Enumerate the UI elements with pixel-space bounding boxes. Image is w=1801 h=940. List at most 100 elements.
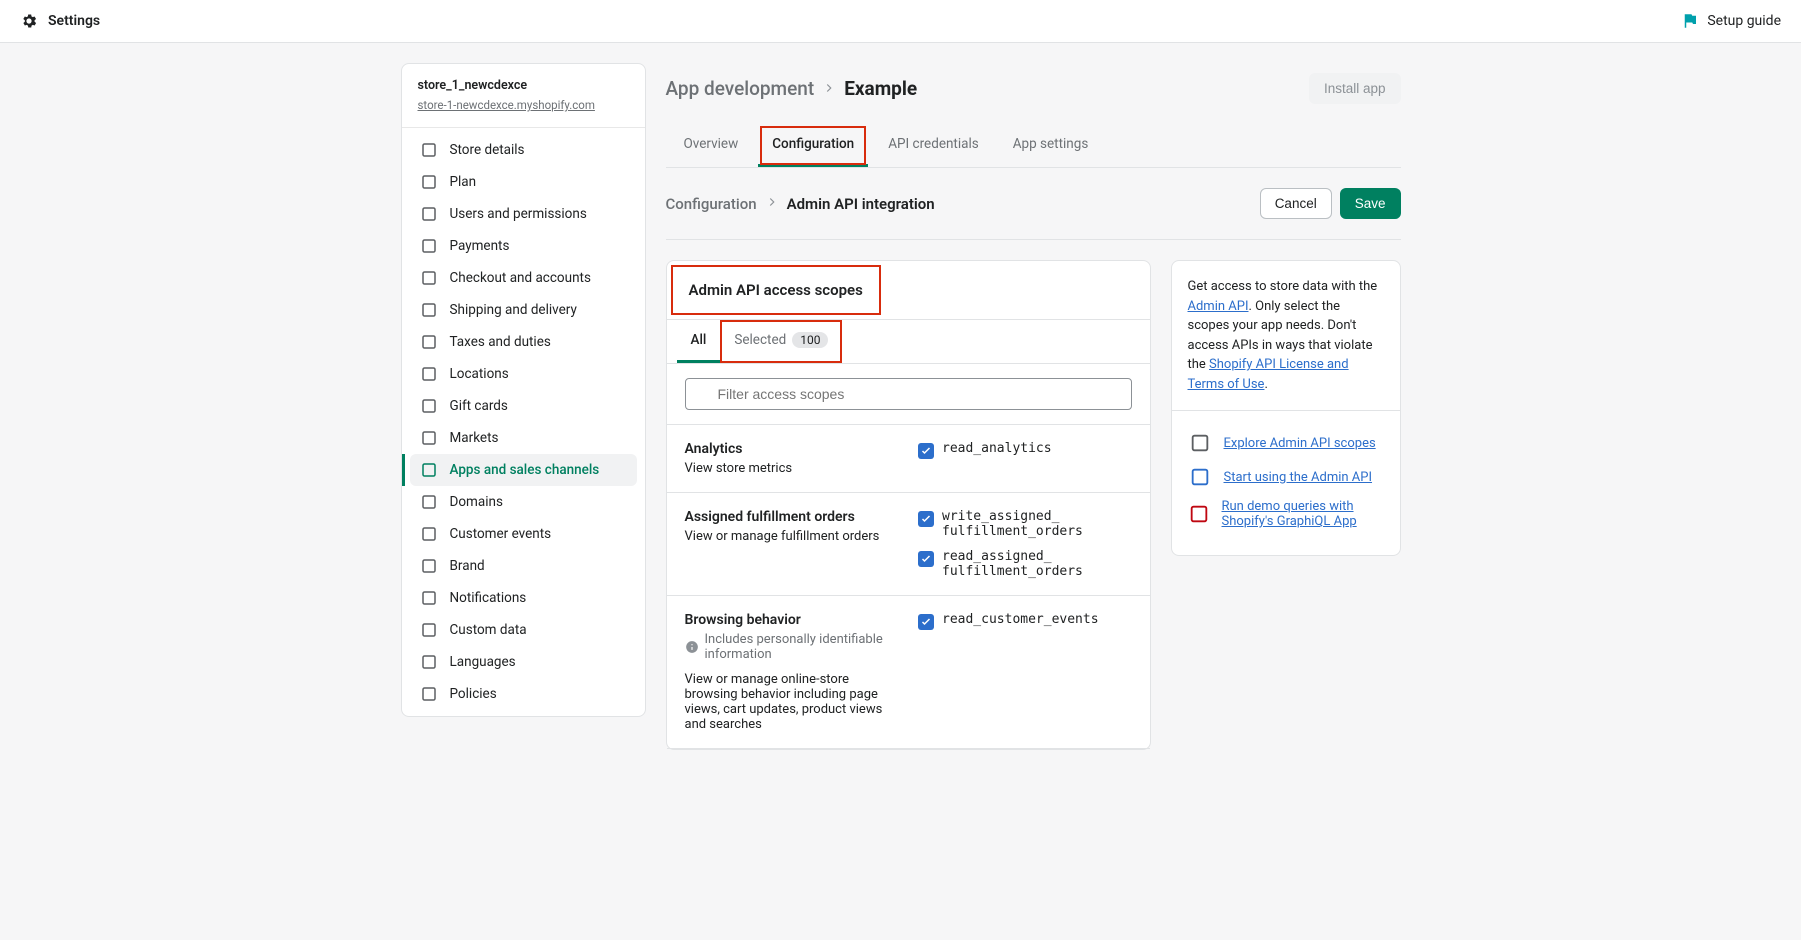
sidebar-item-brand[interactable]: Brand	[410, 550, 637, 582]
gear-icon	[20, 12, 38, 30]
scope-title: Analytics	[685, 441, 899, 457]
setup-guide-label: Setup guide	[1707, 13, 1781, 29]
sidebar-item-label: Apps and sales channels	[450, 462, 600, 478]
help-text: Get access to store data with the Admin …	[1172, 261, 1400, 410]
scope-code: read_analytics	[942, 441, 1052, 456]
sidebar-item-notifications[interactable]: Notifications	[410, 582, 637, 614]
help-link-row: Explore Admin API scopes	[1188, 431, 1384, 455]
sidebar-item-label: Shipping and delivery	[450, 302, 577, 318]
sidebar-item-gift-cards[interactable]: Gift cards	[410, 390, 637, 422]
sidebar-item-locations[interactable]: Locations	[410, 358, 637, 390]
help-link[interactable]: Start using the Admin API	[1224, 470, 1373, 485]
sidebar-item-icon	[420, 173, 438, 191]
install-app-button[interactable]: Install app	[1309, 73, 1401, 104]
sidebar-item-plan[interactable]: Plan	[410, 166, 637, 198]
sidebar-item-label: Users and permissions	[450, 206, 587, 222]
sidebar-item-checkout-and-accounts[interactable]: Checkout and accounts	[410, 262, 637, 294]
crumb-app-dev[interactable]: App development	[666, 77, 815, 100]
sidebar-item-icon	[420, 589, 438, 607]
scope-title: Assigned fulfillment orders	[685, 509, 899, 525]
scope-group: Browsing behaviorIncludes personally ide…	[667, 596, 1150, 749]
sidebar-item-payments[interactable]: Payments	[410, 230, 637, 262]
selected-count-badge: 100	[792, 332, 828, 348]
sidebar-item-customer-events[interactable]: Customer events	[410, 518, 637, 550]
sidebar-item-languages[interactable]: Languages	[410, 646, 637, 678]
sidebar-item-icon	[420, 493, 438, 511]
sidebar-item-icon	[420, 333, 438, 351]
subheader-crumb2: Admin API integration	[787, 195, 935, 213]
sidebar-item-icon	[420, 397, 438, 415]
checkbox-icon[interactable]	[918, 443, 934, 459]
scope-checkbox-row[interactable]: read_assigned_ fulfillment_orders	[918, 549, 1132, 579]
sidebar-item-label: Markets	[450, 430, 499, 446]
scope-desc: View or manage fulfillment orders	[685, 529, 899, 544]
sidebar-item-icon	[420, 557, 438, 575]
help-link-row: Run demo queries with Shopify's GraphiQL…	[1188, 499, 1384, 529]
cancel-button[interactable]: Cancel	[1260, 188, 1332, 219]
scope-list[interactable]: AnalyticsView store metricsread_analytic…	[667, 424, 1150, 749]
scopes-card-title: Admin API access scopes	[671, 265, 881, 315]
sidebar-item-domains[interactable]: Domains	[410, 486, 637, 518]
crumb-app-name: Example	[844, 77, 917, 100]
scope-checkbox-row[interactable]: read_customer_events	[918, 612, 1132, 630]
scope-checkbox-row[interactable]: write_assigned_ fulfillment_orders	[918, 509, 1132, 539]
tab-overview[interactable]: Overview	[670, 124, 753, 167]
chevron-icon	[822, 77, 836, 100]
checkbox-icon[interactable]	[918, 551, 934, 567]
tab-selected[interactable]: Selected 100	[720, 320, 842, 363]
sidebar-item-label: Store details	[450, 142, 525, 158]
sidebar-item-markets[interactable]: Markets	[410, 422, 637, 454]
scope-filter-tabs: All Selected 100	[667, 320, 1150, 364]
checkbox-icon[interactable]	[918, 511, 934, 527]
help-card: Get access to store data with the Admin …	[1171, 260, 1401, 556]
page-breadcrumb: App development Example	[666, 77, 918, 100]
scope-search-input[interactable]	[685, 378, 1132, 410]
scope-title: Browsing behavior	[685, 612, 899, 628]
store-name: store_1_newcdexce	[418, 78, 629, 93]
sidebar-item-shipping-and-delivery[interactable]: Shipping and delivery	[410, 294, 637, 326]
main-panel: App development Example Install app Over…	[666, 63, 1401, 750]
sidebar-item-icon	[420, 141, 438, 159]
admin-api-link[interactable]: Admin API	[1188, 299, 1249, 314]
tab-all[interactable]: All	[677, 320, 721, 363]
store-url-link[interactable]: store-1-newcdexce.myshopify.com	[418, 98, 595, 112]
sidebar-item-store-details[interactable]: Store details	[410, 134, 637, 166]
license-link[interactable]: Shopify API License and Terms of Use	[1188, 357, 1349, 392]
help-link-icon	[1188, 465, 1212, 489]
scope-group: Assigned fulfillment orders View or manag…	[667, 493, 1150, 596]
sidebar-item-label: Customer events	[450, 526, 552, 542]
help-link-row: Start using the Admin API	[1188, 465, 1384, 489]
sidebar-item-icon	[420, 429, 438, 447]
scope-checkbox-row[interactable]: read_analytics	[918, 441, 1132, 459]
setup-guide-link[interactable]: Setup guide	[1681, 12, 1781, 30]
tab-configuration[interactable]: Configuration	[758, 124, 868, 167]
help-link[interactable]: Explore Admin API scopes	[1224, 436, 1376, 451]
save-button[interactable]: Save	[1340, 188, 1401, 219]
tabs: OverviewConfigurationAPI credentialsApp …	[666, 124, 1401, 168]
sidebar-item-label: Checkout and accounts	[450, 270, 591, 286]
sidebar-item-icon	[420, 301, 438, 319]
sidebar-item-label: Languages	[450, 654, 516, 670]
sidebar-item-label: Brand	[450, 558, 485, 574]
help-link[interactable]: Run demo queries with Shopify's GraphiQL…	[1222, 499, 1384, 529]
sidebar-item-icon	[420, 621, 438, 639]
sidebar-item-icon	[420, 525, 438, 543]
settings-sidebar: store_1_newcdexce store-1-newcdexce.mysh…	[401, 63, 646, 717]
sidebar-item-policies[interactable]: Policies	[410, 678, 637, 710]
scope-code: write_assigned_ fulfillment_orders	[942, 509, 1132, 539]
sidebar-item-users-and-permissions[interactable]: Users and permissions	[410, 198, 637, 230]
sidebar-item-taxes-and-duties[interactable]: Taxes and duties	[410, 326, 637, 358]
sidebar-item-custom-data[interactable]: Custom data	[410, 614, 637, 646]
topbar-title-wrap: Settings	[20, 12, 100, 30]
sidebar-item-apps-and-sales-channels[interactable]: Apps and sales channels	[410, 454, 637, 486]
info-icon	[685, 638, 699, 656]
tab-api-credentials[interactable]: API credentials	[874, 124, 993, 167]
page-header: App development Example Install app	[666, 63, 1401, 124]
subheader-crumb1[interactable]: Configuration	[666, 195, 757, 213]
sidebar-item-icon	[420, 653, 438, 671]
tab-app-settings[interactable]: App settings	[999, 124, 1103, 167]
scope-desc: View or manage online-store browsing beh…	[685, 672, 899, 732]
checkbox-icon[interactable]	[918, 614, 934, 630]
sidebar-item-icon	[420, 461, 438, 479]
sidebar-item-icon	[420, 269, 438, 287]
